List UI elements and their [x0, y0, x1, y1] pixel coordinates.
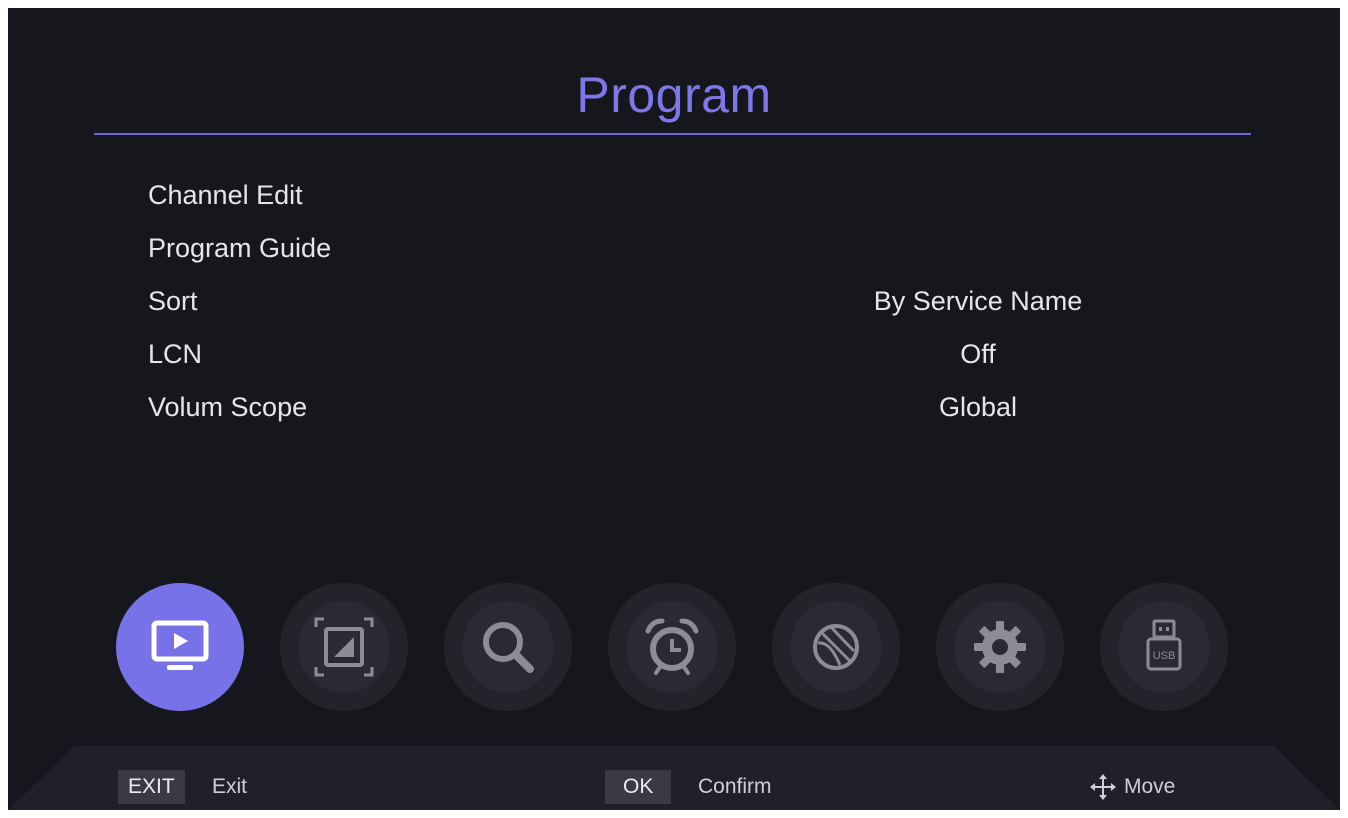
- menu-item-channel-edit[interactable]: Channel Edit: [8, 168, 1340, 221]
- alarm-clock-icon: [645, 618, 699, 675]
- exit-key[interactable]: EXIT: [118, 770, 185, 804]
- network-menu-button[interactable]: [772, 583, 900, 711]
- globe-ball-icon: [813, 624, 859, 670]
- ok-key[interactable]: OK: [605, 770, 672, 804]
- footer-bar: EXIT Exit OK Confirm Move: [8, 746, 1340, 810]
- move-arrows-icon: [1090, 774, 1116, 800]
- settings-menu-button[interactable]: [936, 583, 1064, 711]
- program-menu-button[interactable]: [116, 583, 244, 711]
- program-menu-list: Channel Edit Program Guide Sort By Servi…: [8, 168, 1340, 433]
- title-divider: [94, 133, 1251, 135]
- main-menu-icon-bar: USB: [116, 583, 1236, 711]
- gear-icon: [974, 621, 1026, 673]
- picture-menu-button[interactable]: [280, 583, 408, 711]
- menu-item-program-guide[interactable]: Program Guide: [8, 221, 1340, 274]
- sort-value[interactable]: By Service Name: [778, 286, 1178, 317]
- picture-icon: [314, 617, 374, 677]
- page-title: Program: [576, 67, 772, 123]
- move-label: Move: [1124, 775, 1176, 798]
- usb-menu-button[interactable]: USB: [1100, 583, 1228, 711]
- usb-label: USB: [1153, 650, 1176, 662]
- menu-item-label: Channel Edit: [148, 180, 303, 210]
- volume-scope-value[interactable]: Global: [778, 392, 1178, 423]
- menu-item-lcn[interactable]: LCN Off: [8, 327, 1340, 380]
- lcn-value[interactable]: Off: [778, 339, 1178, 370]
- timer-menu-button[interactable]: [608, 583, 736, 711]
- search-icon: [483, 622, 534, 673]
- tv-play-icon: [151, 620, 209, 670]
- exit-label: Exit: [212, 775, 248, 798]
- usb-icon: USB: [1146, 619, 1182, 671]
- program-menu-screen: Program Channel Edit Program Guide Sort …: [8, 8, 1340, 810]
- search-menu-button[interactable]: [444, 583, 572, 711]
- menu-item-label: LCN: [148, 339, 203, 369]
- menu-item-label: Program Guide: [148, 233, 332, 263]
- menu-item-sort[interactable]: Sort By Service Name: [8, 274, 1340, 327]
- menu-item-label: Volum Scope: [148, 392, 308, 422]
- menu-item-label: Sort: [148, 286, 198, 316]
- confirm-label: Confirm: [698, 775, 772, 798]
- menu-item-volume-scope[interactable]: Volum Scope Global: [8, 380, 1340, 433]
